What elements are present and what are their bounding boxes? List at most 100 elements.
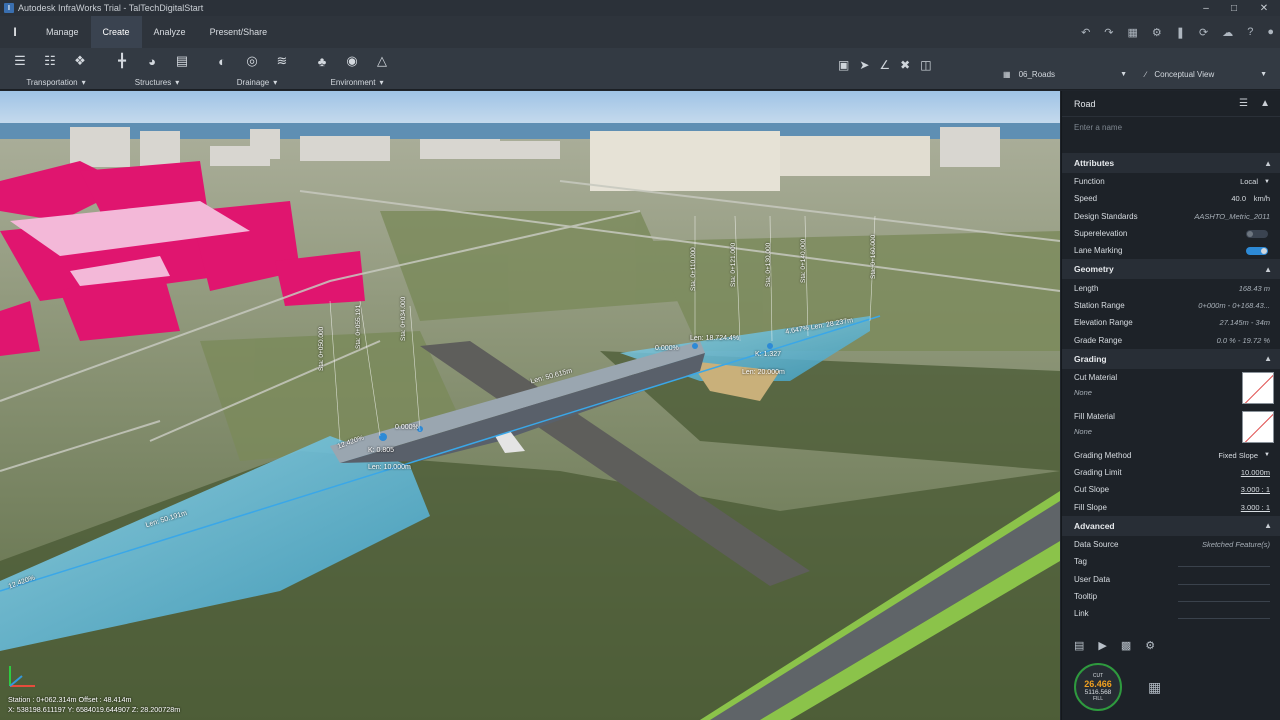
tag-field[interactable] <box>1178 556 1270 568</box>
cut-slope-input[interactable]: 3.000 : 1 <box>1241 485 1270 494</box>
tab-create[interactable]: Create <box>90 16 142 48</box>
water-icon[interactable]: ◉ <box>342 52 362 70</box>
model-icon[interactable]: ▦ <box>1128 26 1138 39</box>
redo-icon[interactable]: ↷ <box>1104 26 1113 39</box>
speed-row: Speed 40.0 km/h <box>1062 190 1280 207</box>
chevron-up-icon[interactable]: ▲ <box>1264 354 1272 363</box>
grade-range-label: Grade Range <box>1074 335 1123 345</box>
function-select[interactable]: Local <box>1240 177 1258 186</box>
link-field[interactable] <box>1178 608 1270 620</box>
speed-input[interactable]: 40.0 <box>1231 194 1246 203</box>
bookmark-icon[interactable]: ❚ <box>1176 26 1185 39</box>
visual-style-dropdown[interactable]: ∕ Conceptual View ▼ <box>1145 64 1267 84</box>
help-icon[interactable]: ? <box>1247 26 1253 38</box>
fill-slope-input[interactable]: 3.000 : 1 <box>1241 503 1270 512</box>
measure-icon[interactable]: ∠ <box>879 58 890 72</box>
function-label: Function <box>1074 177 1105 187</box>
panel-title: Road <box>1074 98 1096 109</box>
minimize-button[interactable]: – <box>1192 0 1220 16</box>
user-icon[interactable]: ● <box>1267 26 1274 38</box>
close-button[interactable]: ✕ <box>1250 0 1278 16</box>
attributes-section-header[interactable]: Attributes ▲ <box>1062 153 1280 173</box>
pipe-icon[interactable]: ◎ <box>242 52 262 70</box>
geometry-section-header[interactable]: Geometry ▲ <box>1062 259 1280 280</box>
superelevation-toggle[interactable] <box>1246 229 1268 238</box>
settings-icon[interactable]: ⚙ <box>1152 26 1162 39</box>
screen-icon[interactable]: ▣ <box>838 58 849 72</box>
design-value[interactable]: AASHTO_Metric_2011 <box>1194 212 1270 221</box>
proposal-dropdown[interactable]: ▦ 06_Roads ▼ <box>1003 64 1127 84</box>
chevron-down-icon[interactable]: ▾ <box>273 78 277 87</box>
app-menu-button[interactable]: I <box>0 25 30 39</box>
terrain-icon[interactable]: △ <box>372 52 392 70</box>
play-icon[interactable]: ▶ <box>1098 639 1106 652</box>
grading-method-select[interactable]: Fixed Slope <box>1218 451 1258 460</box>
view-tools: ▣ ➤ ∠ ✖ ◫ <box>838 58 932 72</box>
building-icon[interactable]: ▤ <box>172 52 192 70</box>
fill-label: FILL <box>1092 695 1103 702</box>
function-row: Function Local ▼ <box>1062 173 1280 190</box>
environment-label[interactable]: Environment <box>331 78 376 87</box>
name-placeholder[interactable]: Enter a name <box>1074 123 1122 132</box>
lane-marking-toggle[interactable] <box>1246 246 1268 255</box>
advanced-section-header[interactable]: Advanced ▲ <box>1062 515 1280 536</box>
watershed-icon[interactable]: ≋ <box>272 52 292 70</box>
chevron-up-icon[interactable]: ▲ <box>1264 521 1272 530</box>
culvert-icon[interactable]: ◐ <box>212 52 232 70</box>
cut-slope-label: Cut Slope <box>1074 485 1110 495</box>
drainage-label[interactable]: Drainage <box>237 78 269 87</box>
road-icon[interactable]: ☰ <box>10 52 30 70</box>
fill-material-swatch[interactable] <box>1242 410 1274 443</box>
sync-icon[interactable]: ⟳ <box>1199 26 1208 39</box>
station-offset-readout: Station : 0+062.314m Offset : 48.414m <box>8 695 132 704</box>
tooltip-field[interactable] <box>1178 591 1270 602</box>
section-title: Geometry <box>1074 264 1114 275</box>
tunnel-icon[interactable]: ◕ <box>142 52 162 70</box>
chevron-down-icon[interactable]: ▼ <box>1264 179 1270 185</box>
undo-icon[interactable]: ↶ <box>1081 26 1090 39</box>
chevron-down-icon[interactable]: ▾ <box>82 78 86 87</box>
pin-icon[interactable]: ▲ <box>1260 98 1270 109</box>
select-cursor-icon[interactable]: ➤ <box>859 58 869 72</box>
tab-manage[interactable]: Manage <box>34 16 91 48</box>
bridge-icon[interactable]: ╋ <box>112 52 132 70</box>
tab-present-share[interactable]: Present/Share <box>198 16 280 48</box>
grade-label: 0.000% <box>395 424 419 431</box>
panel-icon[interactable]: ◫ <box>920 58 931 72</box>
cut-material-value: None <box>1074 387 1092 397</box>
visual-style-value: Conceptual View <box>1154 69 1215 79</box>
maximize-button[interactable]: □ <box>1220 0 1248 16</box>
tooltip-row: Tooltip <box>1062 588 1280 605</box>
tab-analyze[interactable]: Analyze <box>142 16 198 48</box>
chevron-down-icon[interactable]: ▾ <box>379 78 383 87</box>
crosshair-icon[interactable]: ✖ <box>900 58 910 72</box>
gear-icon[interactable]: ⚙ <box>1145 639 1155 652</box>
transportation-label[interactable]: Transportation <box>26 78 77 87</box>
cut-material-swatch[interactable] <box>1242 371 1274 404</box>
grading-limit-input[interactable]: 10.000m <box>1241 468 1270 477</box>
structures-label[interactable]: Structures <box>135 78 171 87</box>
tree-icon[interactable]: ♣ <box>312 52 332 70</box>
menu-icon[interactable]: ☰ <box>1239 98 1248 109</box>
cloud-icon[interactable]: ☁ <box>1222 26 1233 39</box>
export-icon[interactable]: ▩ <box>1121 639 1131 652</box>
structures-group: ╋ ◕ ▤ Structures ▾ <box>112 50 202 90</box>
calculator-icon[interactable]: ▦ <box>1148 679 1161 696</box>
name-field[interactable]: Enter a name <box>1062 117 1280 137</box>
chevron-down-icon[interactable]: ▾ <box>175 78 179 87</box>
chevron-up-icon[interactable]: ▲ <box>1264 159 1272 168</box>
user-data-field[interactable] <box>1178 574 1270 585</box>
station-label: Sta: 0+050.000 <box>318 326 325 371</box>
style-icon: ∕ <box>1145 69 1147 79</box>
intersection-icon[interactable]: ❖ <box>70 52 90 70</box>
chevron-up-icon[interactable]: ▲ <box>1264 265 1272 274</box>
cut-fill-gauge[interactable]: CUT 26.466 5116.568 FILL <box>1074 663 1122 711</box>
grading-section-header[interactable]: Grading ▲ <box>1062 348 1280 369</box>
3d-viewport[interactable]: Len: 50.615m Len: 50.191m Len: 20.000m L… <box>0 91 1060 720</box>
design-label: Design Standards <box>1074 211 1138 221</box>
model-tool-icon[interactable]: ▤ <box>1074 639 1084 652</box>
window-title: Autodesk InfraWorks Trial - TalTechDigit… <box>18 3 204 13</box>
chevron-down-icon[interactable]: ▼ <box>1264 452 1270 458</box>
railway-icon[interactable]: ☷ <box>40 52 60 70</box>
tag-row: Tag <box>1062 553 1280 570</box>
